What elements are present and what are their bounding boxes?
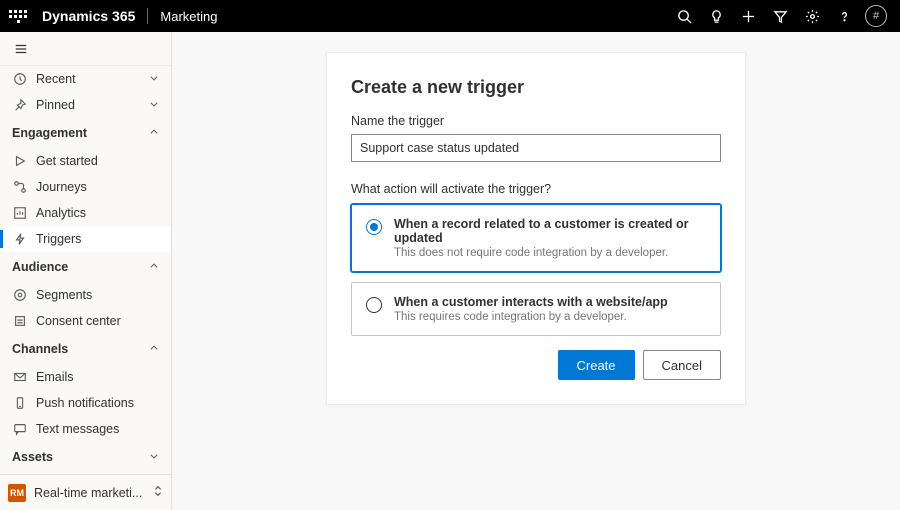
app-switcher[interactable]: RM Real-time marketi...	[0, 474, 171, 510]
option-title: When a customer interacts with a website…	[394, 295, 668, 309]
nav-item-label: Text messages	[36, 422, 119, 436]
nav-item-push-notifications[interactable]: Push notifications	[0, 390, 171, 416]
phone-icon	[12, 395, 28, 411]
nav-item-label: Triggers	[36, 232, 81, 246]
chevron-up-icon	[149, 126, 159, 140]
sms-icon	[12, 421, 28, 437]
chevron-up-icon	[149, 260, 159, 274]
clock-icon	[12, 71, 28, 87]
filter-icon[interactable]	[764, 0, 796, 32]
nav-item-triggers[interactable]: Triggers	[0, 226, 171, 252]
nav-item-label: Recent	[36, 72, 76, 86]
target-icon	[12, 287, 28, 303]
section-audience[interactable]: Audience	[0, 252, 171, 282]
bolt-icon	[12, 231, 28, 247]
chevron-down-icon	[149, 98, 159, 112]
updown-icon	[153, 485, 163, 500]
nav-item-label: Analytics	[36, 206, 86, 220]
create-button[interactable]: Create	[558, 350, 635, 380]
app-badge: RM	[8, 484, 26, 502]
play-icon	[12, 153, 28, 169]
radio-icon	[366, 219, 382, 235]
option-desc: This does not require code integration b…	[394, 247, 706, 259]
nav-item-label: Pinned	[36, 98, 75, 112]
side-nav: Recent Pinned Engagement Get started Journey…	[0, 32, 172, 510]
top-bar: Dynamics 365 Marketing #	[0, 0, 900, 32]
nav-item-emails[interactable]: Emails	[0, 364, 171, 390]
consent-icon	[12, 313, 28, 329]
option-title: When a record related to a customer is c…	[394, 217, 706, 245]
trigger-name-input[interactable]	[351, 134, 721, 162]
chevron-up-icon	[149, 342, 159, 356]
top-divider	[147, 8, 148, 24]
create-trigger-panel: Create a new trigger Name the trigger Wh…	[326, 52, 746, 405]
nav-item-label: Get started	[36, 154, 98, 168]
nav-item-get-started[interactable]: Get started	[0, 148, 171, 174]
pin-icon	[12, 97, 28, 113]
help-icon[interactable]	[828, 0, 860, 32]
plus-icon[interactable]	[732, 0, 764, 32]
app-switcher-label: Real-time marketi...	[34, 486, 153, 500]
option-record-change[interactable]: When a record related to a customer is c…	[351, 204, 721, 272]
section-engagement[interactable]: Engagement	[0, 118, 171, 148]
panel-title: Create a new trigger	[351, 77, 721, 98]
search-icon[interactable]	[668, 0, 700, 32]
lightbulb-icon[interactable]	[700, 0, 732, 32]
module-name: Marketing	[160, 9, 217, 24]
cancel-button[interactable]: Cancel	[643, 350, 721, 380]
main-content: Create a new trigger Name the trigger Wh…	[172, 32, 900, 510]
nav-item-label: Segments	[36, 288, 92, 302]
mail-icon	[12, 369, 28, 385]
nav-item-text-messages[interactable]: Text messages	[0, 416, 171, 442]
nav-item-analytics[interactable]: Analytics	[0, 200, 171, 226]
nav-item-pinned[interactable]: Pinned	[0, 92, 171, 118]
app-launcher-icon[interactable]	[8, 6, 28, 26]
nav-item-consent-center[interactable]: Consent center	[0, 308, 171, 334]
section-label: Engagement	[12, 126, 87, 140]
hamburger-icon[interactable]	[0, 32, 171, 66]
radio-icon	[366, 297, 382, 313]
section-assets[interactable]: Assets	[0, 442, 171, 472]
nav-item-label: Push notifications	[36, 396, 134, 410]
gear-icon[interactable]	[796, 0, 828, 32]
activation-question: What action will activate the trigger?	[351, 182, 721, 196]
chart-icon	[12, 205, 28, 221]
option-desc: This requires code integration by a deve…	[394, 311, 668, 323]
nav-item-recent[interactable]: Recent	[0, 66, 171, 92]
nav-item-label: Journeys	[36, 180, 87, 194]
nav-item-label: Emails	[36, 370, 74, 384]
brand-name: Dynamics 365	[42, 8, 135, 24]
chevron-down-icon	[149, 72, 159, 86]
option-customer-interaction[interactable]: When a customer interacts with a website…	[351, 282, 721, 336]
section-label: Audience	[12, 260, 68, 274]
name-label: Name the trigger	[351, 114, 721, 128]
section-channels[interactable]: Channels	[0, 334, 171, 364]
nav-item-journeys[interactable]: Journeys	[0, 174, 171, 200]
section-label: Channels	[12, 342, 68, 356]
nav-item-segments[interactable]: Segments	[0, 282, 171, 308]
chevron-down-icon	[149, 450, 159, 464]
journey-icon	[12, 179, 28, 195]
section-label: Assets	[12, 450, 53, 464]
nav-item-label: Consent center	[36, 314, 121, 328]
user-avatar[interactable]: #	[860, 0, 892, 32]
